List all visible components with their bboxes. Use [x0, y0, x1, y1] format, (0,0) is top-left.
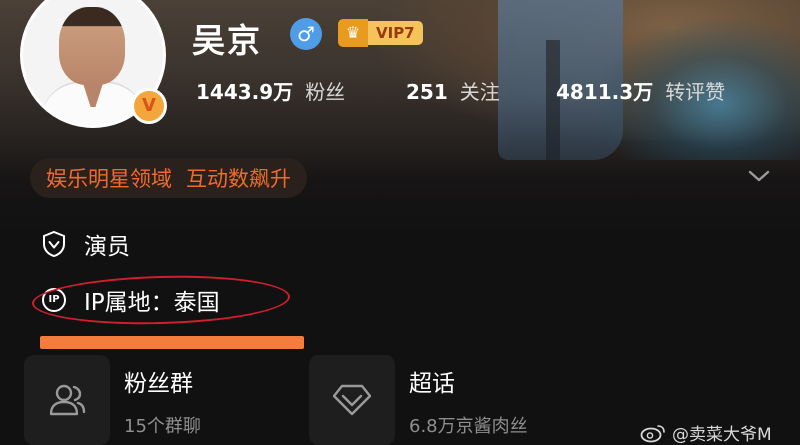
shield-check-icon	[40, 230, 68, 258]
stat-following[interactable]: 251 关注	[406, 76, 500, 105]
super-topic-subtitle: 6.8万京酱肉丝	[409, 416, 528, 437]
tag-interaction-surge: 互动数飙升	[186, 167, 291, 191]
stat-followers[interactable]: 1443.9万 粉丝	[196, 76, 345, 105]
stat-reposts-comments-likes[interactable]: 4811.3万 转评赞	[556, 76, 725, 105]
male-gender-icon: ♂	[290, 18, 322, 50]
occupation-row: 演员	[40, 227, 130, 261]
super-topic-title[interactable]: 超话	[409, 364, 455, 398]
vip-badge[interactable]: ♛ VIP7	[338, 19, 423, 47]
stat-label: 粉丝	[305, 80, 346, 104]
stat-label: 转评赞	[665, 80, 726, 104]
stat-value: 251	[406, 80, 448, 104]
highlight-bar	[40, 336, 304, 349]
annotation-circle	[31, 272, 291, 328]
stats-bar: 1443.9万 粉丝 251 关注 4811.3万 转评赞	[0, 76, 800, 106]
profile-name: 吴京	[192, 21, 262, 60]
weibo-logo-icon	[640, 424, 665, 442]
chevron-down-icon[interactable]	[746, 166, 772, 186]
watermark: @卖菜大爷M	[640, 420, 772, 445]
watermark-text: @卖菜大爷M	[672, 425, 772, 445]
fan-group-subtitle: 15个群聊	[124, 416, 201, 437]
stat-value: 1443.9万	[196, 80, 294, 104]
tag-entertainment-field: 娱乐明星领域	[46, 167, 172, 191]
people-icon[interactable]	[24, 355, 110, 445]
fan-group-title[interactable]: 粉丝群	[124, 364, 193, 398]
occupation-text: 演员	[84, 234, 130, 260]
diamond-icon[interactable]	[309, 355, 395, 445]
crown-icon: ♛	[338, 19, 368, 47]
honor-tag-pill[interactable]: 娱乐明星领域 互动数飙升	[30, 158, 307, 198]
stat-value: 4811.3万	[556, 80, 654, 104]
vip-level-label: VIP7	[368, 21, 423, 45]
stat-label: 关注	[459, 80, 500, 104]
